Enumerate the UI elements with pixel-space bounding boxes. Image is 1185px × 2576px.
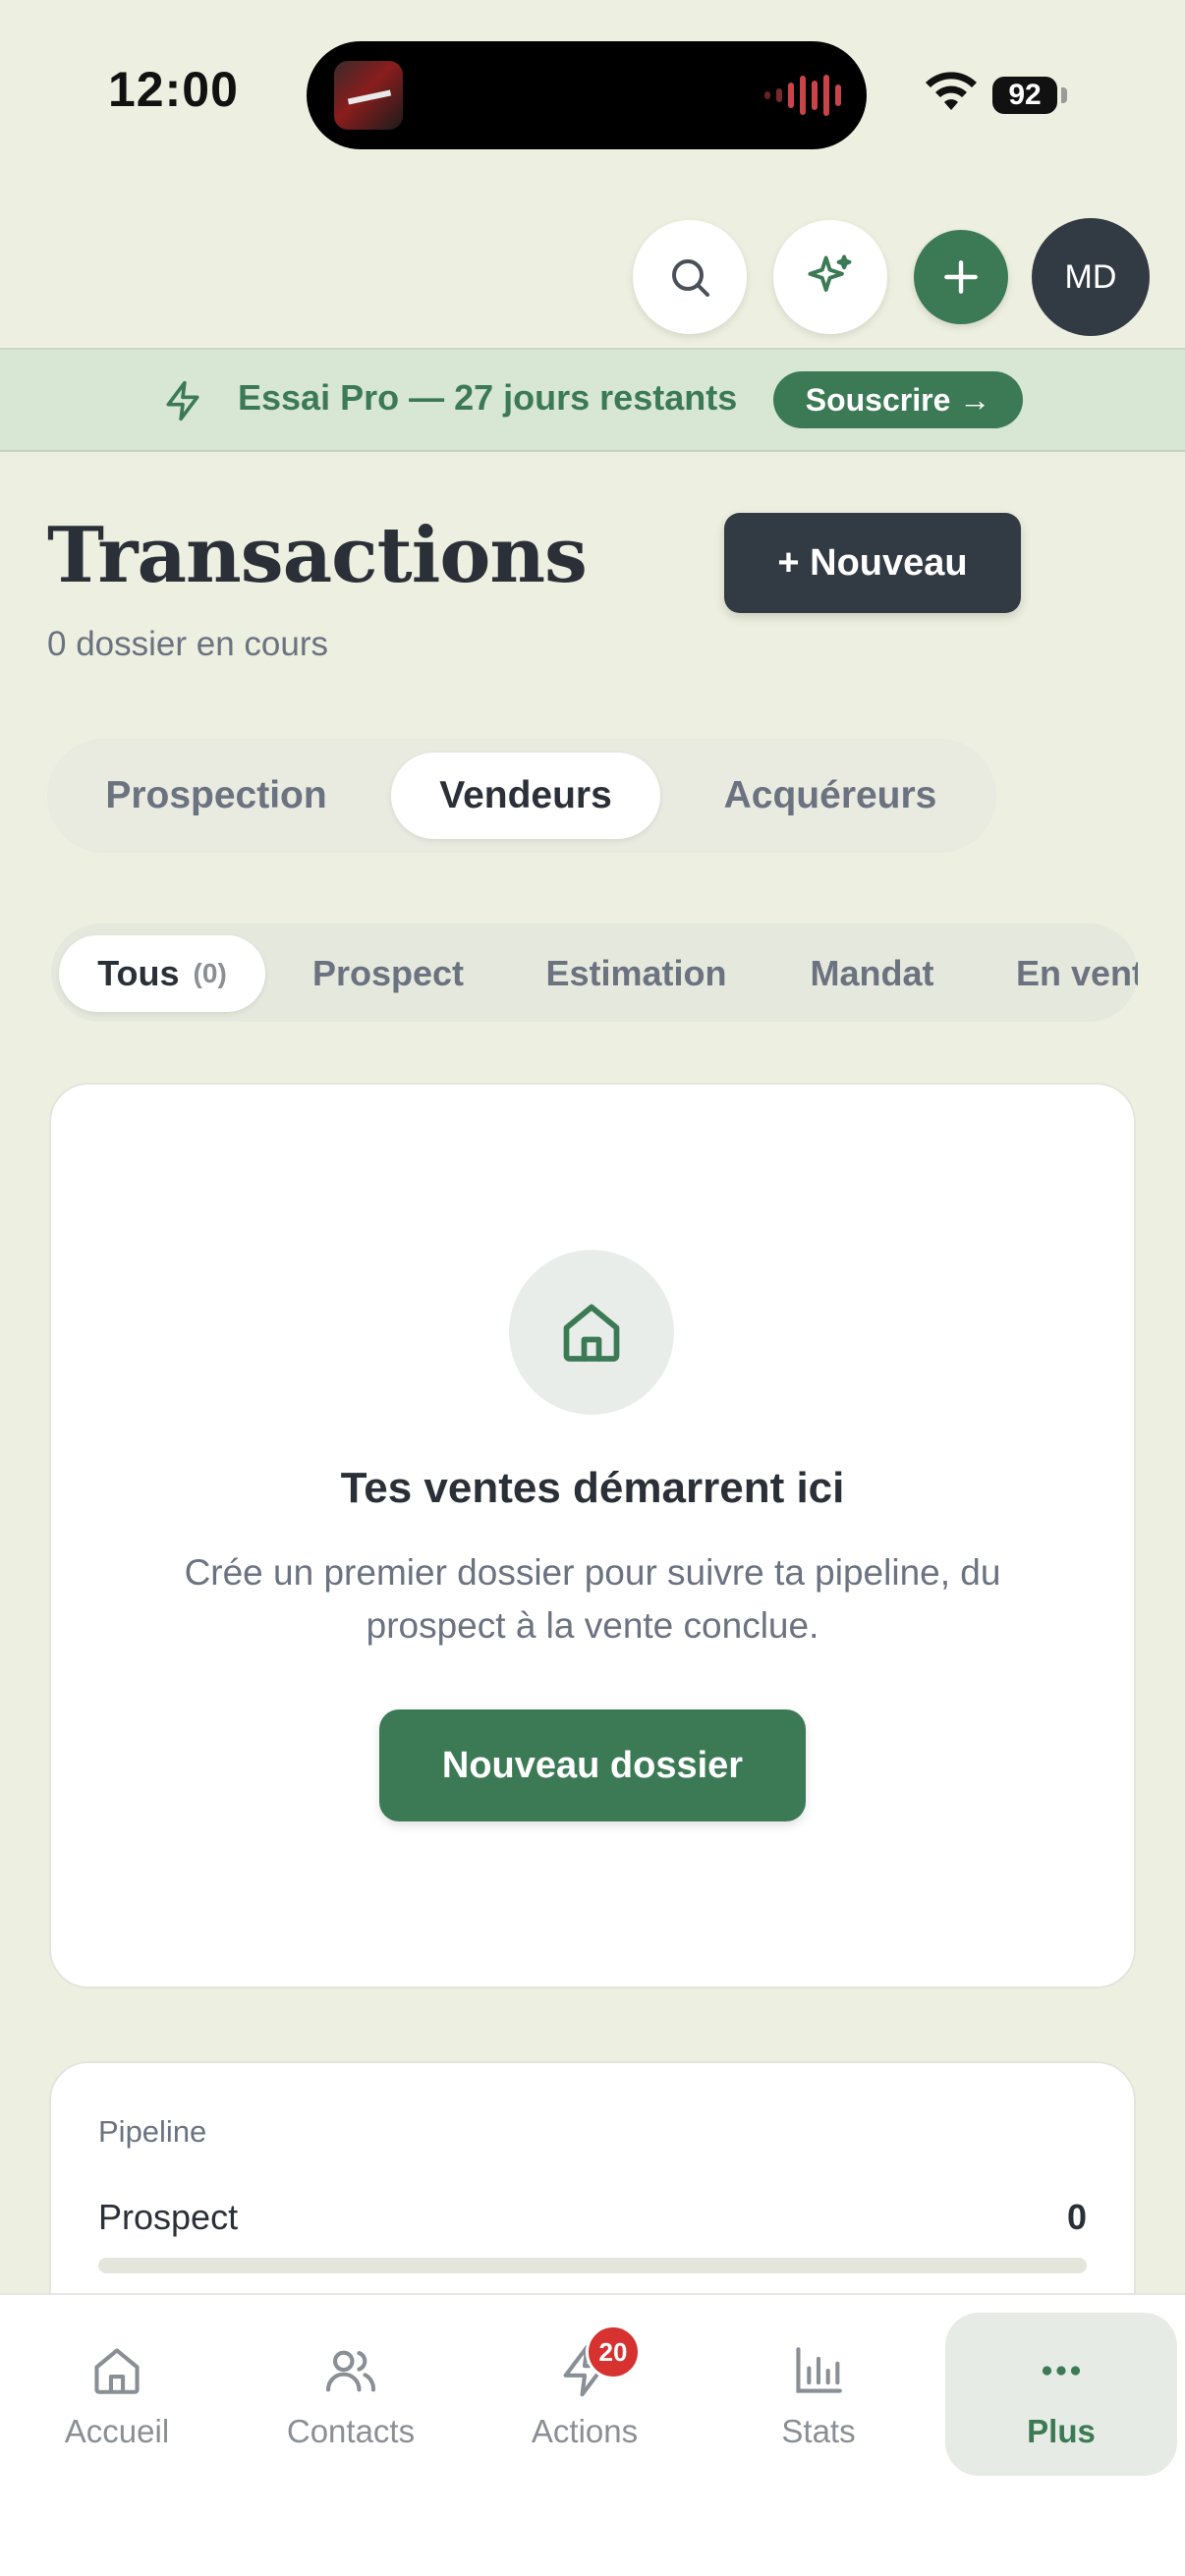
subscribe-button[interactable]: Souscrire → xyxy=(773,371,1023,428)
empty-state-icon-circle xyxy=(509,1250,674,1415)
filter-en-vente-clip: En vente xyxy=(983,935,1138,1012)
page-title: Transactions xyxy=(47,511,588,600)
trial-banner-text: Essai Pro — 27 jours restants xyxy=(238,377,738,418)
empty-state-title: Tes ventes démarrent ici xyxy=(340,1464,845,1512)
page-subtitle: 0 dossier en cours xyxy=(47,625,328,663)
filter-tous[interactable]: Tous (0) xyxy=(59,935,265,1012)
nav-plus[interactable]: Plus xyxy=(945,2313,1177,2476)
empty-state-description: Crée un premier dossier pour suivre ta p… xyxy=(184,1552,1001,1646)
status-time: 12:00 xyxy=(108,62,239,117)
tab-acquereurs[interactable]: Acquéreurs xyxy=(678,753,983,839)
filter-estimation[interactable]: Estimation xyxy=(521,935,752,1012)
filter-mandat[interactable]: Mandat xyxy=(786,935,958,1012)
house-icon xyxy=(563,1304,620,1362)
audio-waveform-icon xyxy=(764,74,841,117)
nav-label: Stats xyxy=(781,2413,856,2449)
wifi-icon xyxy=(926,72,977,110)
nav-contacts[interactable]: Contacts xyxy=(234,2313,468,2476)
pipeline-row-label: Prospect xyxy=(98,2197,239,2237)
avatar[interactable]: MD xyxy=(1032,218,1150,336)
nav-actions[interactable]: Actions xyxy=(468,2313,702,2476)
nav-label: Accueil xyxy=(64,2413,170,2449)
pipeline-row-value: 0 xyxy=(1066,2197,1087,2237)
more-dots-icon xyxy=(1042,2366,1081,2376)
new-dossier-button[interactable]: Nouveau dossier xyxy=(379,1709,806,1821)
nav-label: Contacts xyxy=(286,2413,416,2449)
filter-en-vente[interactable]: En vente xyxy=(983,935,1138,1012)
now-playing-artwork xyxy=(334,61,403,130)
tab-vendeurs[interactable]: Vendeurs xyxy=(391,753,660,839)
pipeline-progress-track xyxy=(98,2258,1087,2273)
bar-chart-icon xyxy=(796,2347,842,2393)
filter-count: (0) xyxy=(193,958,227,988)
sparkles-icon xyxy=(808,254,852,292)
tab-prospection[interactable]: Prospection xyxy=(63,753,369,839)
empty-state-card xyxy=(49,1083,1136,1988)
nav-accueil[interactable]: Accueil xyxy=(0,2313,234,2476)
nav-label: Plus xyxy=(1027,2413,1096,2449)
home-icon xyxy=(94,2348,140,2394)
bolt-icon xyxy=(166,380,199,421)
battery-nub xyxy=(1061,87,1067,103)
nav-label: Actions xyxy=(531,2413,639,2449)
search-icon xyxy=(672,259,709,297)
new-transaction-button[interactable]: + Nouveau xyxy=(724,513,1021,613)
dynamic-island xyxy=(307,41,867,149)
plus-icon xyxy=(944,260,978,294)
ai-assistant-button[interactable] xyxy=(773,220,887,334)
search-button[interactable] xyxy=(633,220,747,334)
users-icon xyxy=(325,2350,376,2392)
pipeline-title: Pipeline xyxy=(98,2114,207,2149)
quick-add-button[interactable] xyxy=(914,230,1008,324)
filter-label: Tous xyxy=(97,953,180,993)
actions-badge: 20 xyxy=(586,2324,641,2380)
nav-stats[interactable]: Stats xyxy=(702,2313,935,2476)
battery-indicator: 92 xyxy=(992,77,1057,114)
filter-prospect[interactable]: Prospect xyxy=(295,935,481,1012)
